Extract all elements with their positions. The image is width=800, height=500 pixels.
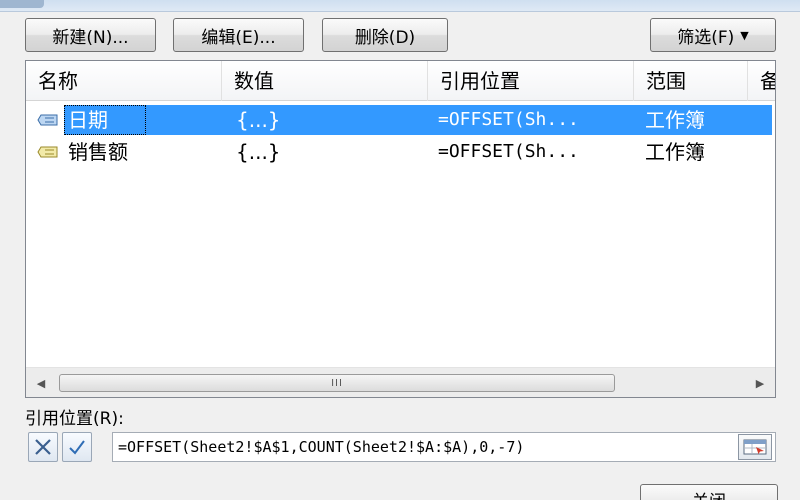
defined-name-icon: [37, 146, 58, 158]
defined-name-icon: [37, 114, 58, 126]
column-header-name[interactable]: 名称: [26, 61, 222, 101]
row-refers-to: =OFFSET(Sh...: [438, 141, 579, 162]
scrollbar-thumb[interactable]: III: [59, 374, 615, 392]
names-list[interactable]: 名称 数值 引用位置 范围 备 日期 {...} =OFFSET(Sh... 工…: [25, 60, 776, 398]
title-bar-button[interactable]: [0, 0, 44, 8]
collapse-dialog-button[interactable]: [738, 434, 772, 460]
chevron-down-icon: ▼: [740, 28, 749, 42]
scrollbar-grip: III: [331, 377, 343, 389]
checkmark-icon: [69, 440, 85, 455]
row-scope: 工作簿: [645, 140, 705, 164]
range-select-icon: [743, 439, 767, 455]
delete-button[interactable]: 删除(D): [322, 18, 448, 52]
dialog-title-bar: [0, 0, 800, 12]
confirm-edit-button[interactable]: [62, 432, 92, 462]
scroll-right-icon[interactable]: ▶: [748, 368, 772, 397]
filter-button[interactable]: 筛选(F) ▼: [650, 18, 776, 52]
refers-to-input[interactable]: =OFFSET(Sheet2!$A$1,COUNT(Sheet2!$A:$A),…: [112, 432, 776, 462]
row-name: 日期: [68, 108, 108, 132]
refers-to-label: 引用位置(R):: [25, 409, 124, 429]
row-name: 销售额: [68, 140, 128, 164]
new-button[interactable]: 新建(N)...: [25, 18, 156, 52]
row-value: {...}: [236, 108, 281, 132]
column-header-refers-to[interactable]: 引用位置: [428, 61, 634, 101]
scroll-left-icon[interactable]: ◀: [29, 368, 53, 397]
column-header-comment[interactable]: 备: [748, 61, 775, 101]
column-header-value[interactable]: 数值: [222, 61, 428, 101]
cancel-edit-button[interactable]: [28, 432, 58, 462]
filter-button-label: 筛选(F): [677, 27, 735, 48]
close-button[interactable]: 关闭: [640, 484, 778, 500]
table-row[interactable]: 销售额 {...} =OFFSET(Sh... 工作簿: [26, 137, 775, 167]
column-header-scope[interactable]: 范围: [634, 61, 748, 101]
edit-button[interactable]: 编辑(E)...: [173, 18, 304, 52]
list-header: 名称 数值 引用位置 范围 备: [26, 61, 775, 101]
row-scope: 工作簿: [645, 108, 705, 132]
table-row[interactable]: 日期 {...} =OFFSET(Sh... 工作簿: [26, 105, 775, 135]
row-refers-to: =OFFSET(Sh...: [438, 109, 579, 130]
close-icon: [35, 439, 51, 455]
row-value: {...}: [236, 140, 281, 164]
horizontal-scrollbar[interactable]: ◀ III ▶: [26, 367, 775, 397]
